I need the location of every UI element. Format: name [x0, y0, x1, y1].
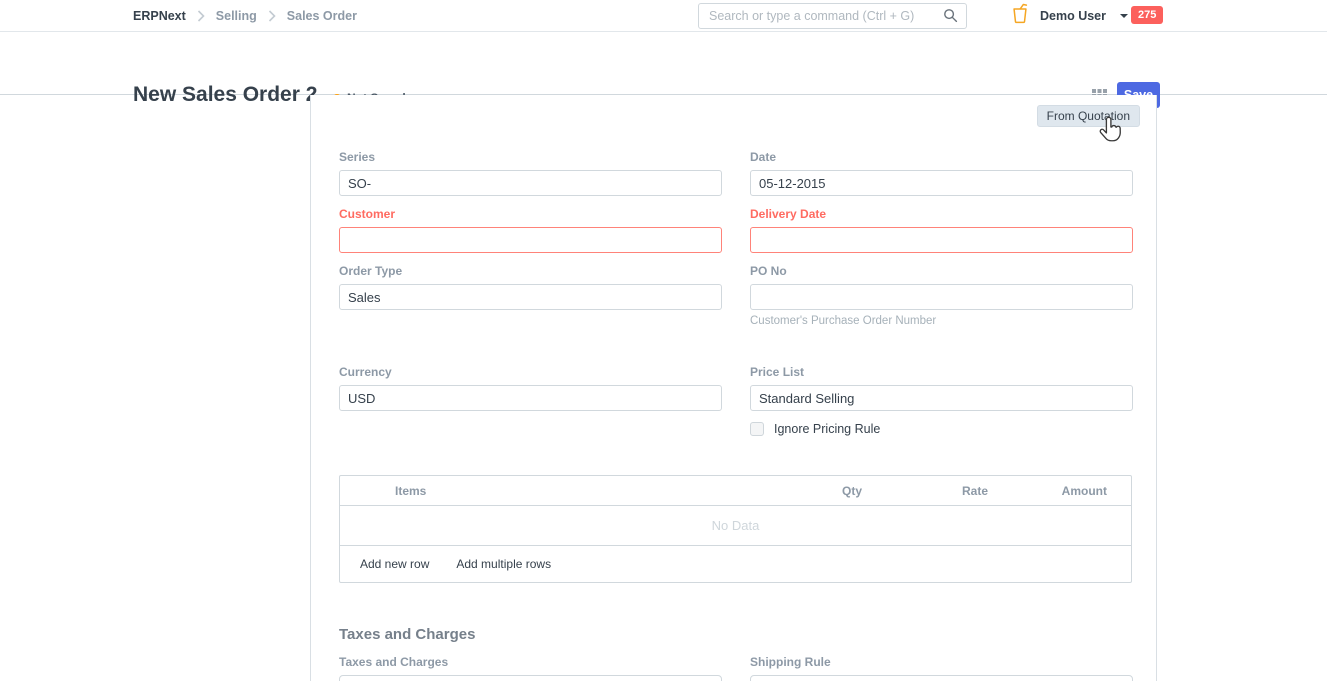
global-search — [698, 3, 967, 29]
column-header-qty: Qty — [747, 484, 862, 498]
add-new-row-button[interactable]: Add new row — [360, 557, 429, 571]
items-table-header: Items Qty Rate Amount — [340, 476, 1131, 506]
delivery-date-input[interactable] — [750, 227, 1133, 253]
column-header-rate: Rate — [862, 484, 988, 498]
currency-input[interactable] — [339, 385, 722, 411]
page-body: From Quotation Series Date Customer Deli… — [0, 95, 1327, 681]
taxes-and-charges-field: Taxes and Charges — [339, 655, 722, 681]
breadcrumb-home[interactable]: ERPNext — [133, 9, 186, 23]
chevron-right-icon — [197, 10, 205, 22]
shipping-rule-field: Shipping Rule — [750, 655, 1133, 681]
order-type-field: Order Type — [339, 264, 722, 310]
drink-cup-icon[interactable] — [1012, 3, 1028, 29]
price-list-field: Price List — [750, 365, 1133, 411]
user-name-label: Demo User — [1040, 9, 1106, 23]
chevron-right-icon — [268, 10, 276, 22]
date-field: Date — [750, 150, 1133, 196]
breadcrumb-doctype[interactable]: Sales Order — [287, 9, 357, 23]
items-table: Items Qty Rate Amount No Data Add new ro… — [339, 475, 1132, 583]
search-icon[interactable] — [943, 8, 958, 28]
po-no-field: PO No Customer's Purchase Order Number — [750, 264, 1133, 327]
breadcrumb-module[interactable]: Selling — [216, 9, 257, 23]
add-multiple-rows-button[interactable]: Add multiple rows — [456, 557, 551, 571]
currency-label: Currency — [339, 365, 722, 379]
price-list-label: Price List — [750, 365, 1133, 379]
form-layout: From Quotation Series Date Customer Deli… — [310, 95, 1157, 681]
from-quotation-button[interactable]: From Quotation — [1037, 105, 1140, 127]
search-input[interactable] — [698, 3, 967, 29]
customer-label: Customer — [339, 207, 722, 221]
po-no-label: PO No — [750, 264, 1133, 278]
taxes-and-charges-label: Taxes and Charges — [339, 655, 722, 669]
shipping-rule-label: Shipping Rule — [750, 655, 1133, 669]
items-table-empty-state: No Data — [340, 506, 1131, 546]
ignore-pricing-rule-checkbox[interactable] — [750, 422, 764, 436]
customer-field: Customer — [339, 207, 722, 253]
delivery-date-label: Delivery Date — [750, 207, 1133, 221]
taxes-and-charges-input[interactable] — [339, 675, 722, 681]
delivery-date-field: Delivery Date — [750, 207, 1133, 253]
user-menu[interactable]: Demo User — [1012, 0, 1128, 31]
series-label: Series — [339, 150, 722, 164]
breadcrumb: ERPNext Selling Sales Order — [133, 0, 357, 31]
po-no-input[interactable] — [750, 284, 1133, 310]
order-type-input[interactable] — [339, 284, 722, 310]
top-navbar: ERPNext Selling Sales Order Demo User 27 — [0, 0, 1327, 32]
chevron-down-icon — [1120, 14, 1128, 18]
taxes-section-heading: Taxes and Charges — [339, 626, 475, 643]
column-header-items: Items — [340, 484, 747, 498]
date-input[interactable] — [750, 170, 1133, 196]
ignore-pricing-rule-field[interactable]: Ignore Pricing Rule — [750, 422, 880, 436]
date-label: Date — [750, 150, 1133, 164]
notification-count-badge[interactable]: 275 — [1131, 6, 1163, 24]
po-no-description: Customer's Purchase Order Number — [750, 315, 1133, 327]
price-list-input[interactable] — [750, 385, 1133, 411]
series-field: Series — [339, 150, 722, 196]
customer-input[interactable] — [339, 227, 722, 253]
items-table-footer: Add new row Add multiple rows — [340, 546, 1131, 582]
order-type-label: Order Type — [339, 264, 722, 278]
shipping-rule-input[interactable] — [750, 675, 1133, 681]
currency-field: Currency — [339, 365, 722, 411]
series-input[interactable] — [339, 170, 722, 196]
page-header: New Sales Order 2 Not Saved Save — [0, 32, 1327, 95]
ignore-pricing-rule-label: Ignore Pricing Rule — [774, 422, 880, 436]
column-header-amount: Amount — [988, 484, 1107, 498]
